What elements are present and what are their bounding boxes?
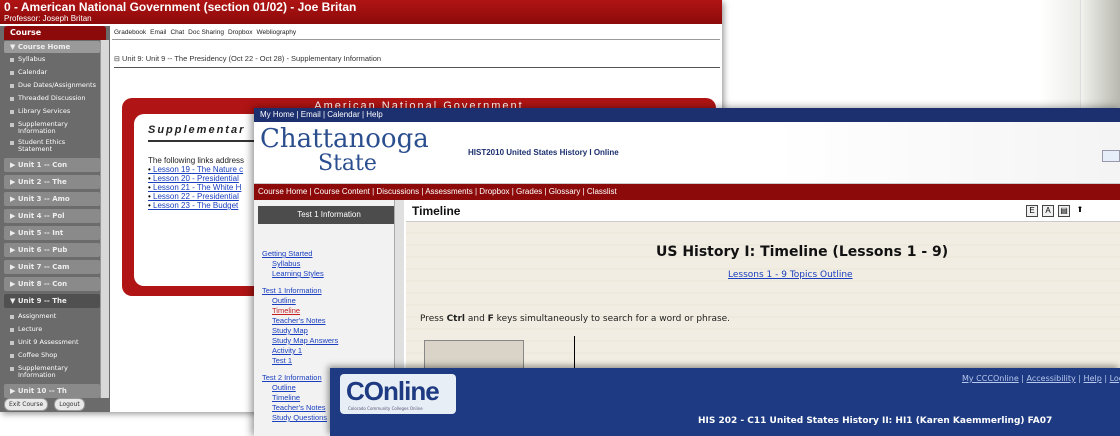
page-title-bar: Timeline E A ▤ ⬆ — [406, 200, 1120, 222]
sidebar-unit[interactable]: ▶ Unit 7 -- Cam — [4, 260, 100, 274]
sidebar-link[interactable]: Outline — [262, 296, 338, 306]
brand-header: Chattanooga State HIST2010 United States… — [254, 122, 1120, 184]
sidebar-unit[interactable]: ▶ Unit 1 -- Con — [4, 158, 100, 172]
sidebar-item[interactable]: Student Ethics Statement — [4, 137, 100, 155]
sidebar-unit[interactable]: ▶ Unit 2 -- The — [4, 175, 100, 189]
sidebar-item[interactable]: Library Services — [4, 106, 100, 119]
sidebar-link[interactable]: Study Questions — [262, 413, 338, 423]
sidebar-link[interactable]: Study Map — [262, 326, 338, 336]
sidebar-unit[interactable]: ▶ Unit 3 -- Amo — [4, 192, 100, 206]
tab-dropbox[interactable]: Dropbox — [228, 29, 253, 36]
sidebar-unit[interactable]: ▶ Unit 5 -- Int — [4, 226, 100, 240]
logout-button[interactable]: Logout — [54, 398, 85, 411]
sidebar-unit9-item[interactable]: Lecture — [4, 324, 100, 337]
sidebar-scrollbar[interactable] — [100, 40, 109, 398]
link-separator: | — [1018, 374, 1027, 383]
edit-button[interactable]: E — [1026, 205, 1038, 217]
ang-sidebar: Course ▼ Course Home Syllabus Calendar Due… — [0, 26, 110, 412]
sidebar-item[interactable]: Syllabus — [4, 54, 100, 67]
sidebar-heading: Test 1 Information — [258, 206, 400, 224]
sidebar-link[interactable]: Activity 1 — [262, 346, 338, 356]
sidebar-link[interactable]: Syllabus — [262, 259, 338, 269]
ccconline-window: COnline Colorado Community Colleges Onli… — [330, 368, 1120, 436]
ccconline-logo-sub: Colorado Community Colleges Online — [348, 406, 423, 411]
press-text-3: keys simultaneously to search for a word… — [493, 314, 731, 324]
unit-heading-text: Unit 9: Unit 9 -- The Presidency (Oct 22… — [121, 54, 382, 63]
topics-outline-link[interactable]: Lessons 1 - 9 Topics Outline — [728, 270, 853, 280]
accessibility-button[interactable]: A — [1042, 205, 1054, 217]
course-tab-label: Course — [10, 28, 42, 37]
tab-doc-sharing[interactable]: Doc Sharing — [188, 29, 224, 36]
tab-chat[interactable]: Chat — [170, 29, 184, 36]
timeline-image[interactable] — [424, 340, 524, 370]
sidebar-unit[interactable]: ▶ Unit 10 -- Th — [4, 384, 100, 398]
ang-course-title: 0 - American National Government (sectio… — [4, 0, 357, 14]
sidebar-link[interactable]: Test 1 — [262, 356, 338, 366]
collapse-icon[interactable]: ⊟ — [114, 56, 120, 63]
press-text-1: Press — [420, 314, 447, 324]
sidebar-course-home[interactable]: ▼ Course Home — [4, 41, 100, 53]
chattanooga-logo-bottom: State — [318, 151, 377, 176]
sidebar-unit-open[interactable]: ▼ Unit 9 -- The — [4, 294, 100, 308]
tab-webliography[interactable]: Webliography — [257, 29, 297, 36]
course-name: HIST2010 United States History I Online — [468, 148, 619, 157]
sidebar-item[interactable]: Threaded Discussion — [4, 93, 100, 106]
link-separator: | — [1101, 374, 1110, 383]
sidebar-list: ▼ Course Home Syllabus Calendar Due Dates/… — [0, 41, 110, 398]
ang-title-bar: 0 - American National Government (sectio… — [0, 0, 722, 24]
ang-professor: Professor: Joseph Britan — [4, 14, 92, 23]
sidebar-item[interactable]: Calendar — [4, 67, 100, 80]
exit-course-button[interactable]: Exit Course — [4, 398, 49, 411]
sidebar-link[interactable]: Timeline — [262, 393, 338, 403]
chattanooga-logo-top: Chattanooga — [260, 124, 429, 154]
sidebar-link[interactable]: Teacher's Notes — [262, 403, 338, 413]
sidebar-unit[interactable]: ▶ Unit 4 -- Pol — [4, 209, 100, 223]
top-link[interactable]: Log ou — [1110, 374, 1120, 383]
course-tab[interactable]: Course — [4, 26, 106, 40]
top-link[interactable]: Accessibility — [1027, 374, 1076, 383]
tab-email[interactable]: Email — [150, 29, 166, 36]
bookmark-icon[interactable]: ⬆ — [1074, 205, 1086, 217]
sidebar-unit9-item[interactable]: Supplementary Information — [4, 363, 100, 381]
toolbar-buttons: E A ▤ ⬆ — [1026, 205, 1086, 217]
email-icon[interactable] — [1102, 150, 1120, 162]
top-link[interactable]: Help — [1084, 374, 1102, 383]
sidebar-link[interactable]: Test 2 Information — [262, 373, 338, 383]
sidebar-link[interactable]: Teacher's Notes — [262, 316, 338, 326]
sidebar-link[interactable]: Test 1 Information — [262, 286, 338, 296]
document-title: US History I: Timeline (Lessons 1 - 9) — [656, 244, 949, 260]
sidebar-unit[interactable]: ▶ Unit 8 -- Con — [4, 277, 100, 291]
page-title: Timeline — [412, 204, 461, 218]
course-nav-bar[interactable]: Course Home | Course Content | Discussio… — [254, 184, 1120, 200]
top-link[interactable]: My CCCOnline — [962, 374, 1019, 383]
search-instructions: Press Ctrl and F keys simultaneously to … — [420, 314, 730, 324]
top-links-bar[interactable]: My Home | Email | Calendar | Help — [254, 108, 1120, 122]
unit-heading: ⊟ Unit 9: Unit 9 -- The Presidency (Oct … — [114, 54, 720, 68]
link-separator: | — [1075, 374, 1084, 383]
sidebar-unit9-item[interactable]: Unit 9 Assessment — [4, 337, 100, 350]
ccconline-course-title: HIS 202 - C11 United States History II: … — [698, 416, 1053, 426]
sidebar-link[interactable]: Outline — [262, 383, 338, 393]
sidebar-unit9-item[interactable]: Coffee Shop — [4, 350, 100, 363]
sidebar-item[interactable]: Supplementary Information — [4, 119, 100, 137]
sidebar-link[interactable]: Study Map Answers — [262, 336, 338, 346]
sidebar-item[interactable]: Due Dates/Assignments — [4, 80, 100, 93]
sidebar-link[interactable]: Getting Started — [262, 249, 338, 259]
press-ctrl: Ctrl — [446, 314, 465, 324]
sidebar-unit9-item[interactable]: Assignment — [4, 311, 100, 324]
sidebar-unit[interactable]: ▶ Unit 6 -- Pub — [4, 243, 100, 257]
ccconline-logo: COnline Colorado Community Colleges Onli… — [340, 374, 456, 414]
ccconline-logo-text: COnline — [346, 376, 440, 406]
print-icon[interactable]: ▤ — [1058, 205, 1070, 217]
ang-tab-bar: Gradebook Email Chat Doc Sharing Dropbox Webl… — [112, 26, 720, 40]
sidebar-link[interactable]: Learning Styles — [262, 269, 338, 279]
ccconline-top-links: My CCCOnline | Accessibility | Help | Lo… — [962, 374, 1120, 383]
sidebar-link-list: Getting Started Syllabus Learning Styles Te… — [262, 242, 338, 423]
sidebar-link[interactable]: Timeline — [262, 306, 338, 316]
sidebar-footer: Exit Course Logout — [4, 398, 85, 411]
tab-gradebook[interactable]: Gradebook — [114, 29, 146, 36]
press-text-2: and — [465, 314, 488, 324]
